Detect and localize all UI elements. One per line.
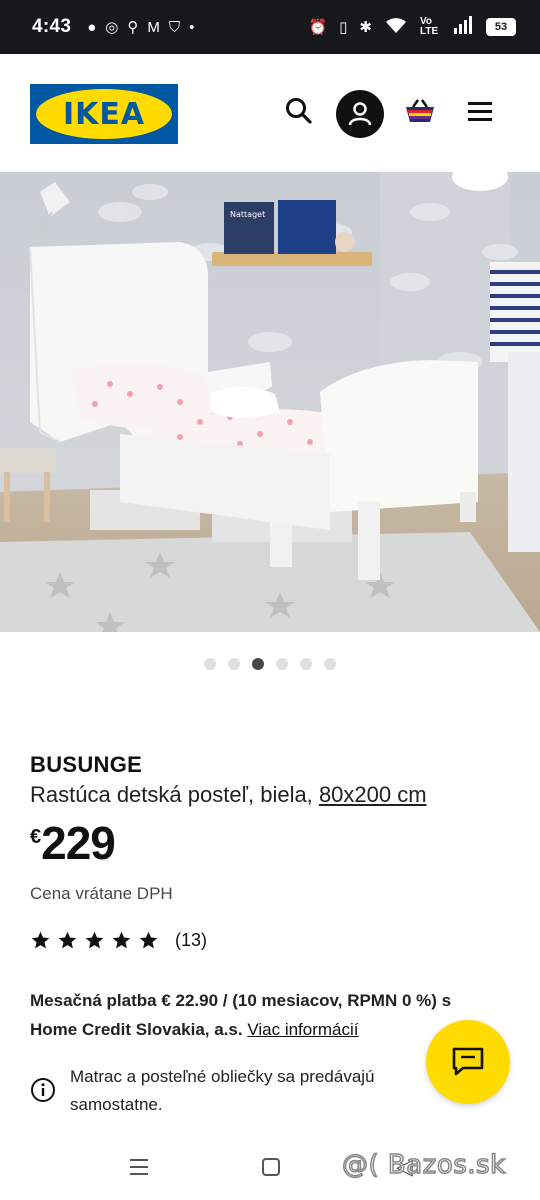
chat-button[interactable] <box>426 1020 510 1104</box>
vibrate-icon: ▯ <box>339 19 348 36</box>
more-notifications-icon: • <box>189 18 195 36</box>
monthly-payment: Mesačná platba € 22.90 / (10 mesiacov, R… <box>30 991 452 1039</box>
shopping-bag-icon <box>406 99 434 122</box>
volte-label: Vo LTE <box>420 16 439 37</box>
site-header: IKEA <box>0 54 540 172</box>
carousel-dot[interactable] <box>228 658 240 670</box>
hamburger-icon <box>468 102 492 121</box>
image-carousel-dots <box>0 658 540 670</box>
watermark: @( Bazos.sk <box>341 1149 506 1181</box>
alarm-icon: ⏰ <box>308 19 328 36</box>
carousel-dot[interactable] <box>324 658 336 670</box>
bluetooth-icon: ✱ <box>359 19 372 36</box>
star-icon <box>139 931 158 949</box>
menu-button[interactable] <box>466 100 494 127</box>
size-link[interactable]: 80x200 cm <box>319 782 427 807</box>
star-icon <box>58 931 77 949</box>
status-bar: 4:43 ● ◎ ⚲ M ⛉ • ⏰ ▯ ✱ Vo LTE 53 <box>0 0 540 54</box>
gmail-icon: M <box>147 18 160 36</box>
vat-note: Cena vrátane DPH <box>30 884 173 903</box>
chat-icon <box>452 1047 484 1076</box>
chat-notification-icon: ● <box>87 18 97 36</box>
product-description: Rastúca detská posteľ, biela, 80x200 cm <box>30 782 427 807</box>
signal-icon <box>454 16 474 38</box>
search-button[interactable] <box>284 96 314 131</box>
user-icon <box>348 102 372 126</box>
ikea-logo[interactable]: IKEA <box>30 84 178 144</box>
review-count[interactable]: (13) <box>175 930 207 951</box>
home-icon[interactable] <box>262 1158 280 1176</box>
price-currency: € <box>30 826 42 848</box>
battery-icon: 53 <box>486 18 516 36</box>
star-icon <box>85 931 104 949</box>
viber-icon: ◎ <box>105 19 119 36</box>
star-icon <box>31 931 50 949</box>
star-icon <box>112 931 131 949</box>
product-price: € 229 <box>30 817 116 869</box>
rating[interactable]: (13) <box>30 930 207 951</box>
carousel-dot[interactable] <box>204 658 216 670</box>
notice-text: Matrac a posteľné obliečky sa predávajú … <box>70 1067 375 1114</box>
carousel-dot[interactable] <box>300 658 312 670</box>
info-icon <box>31 1078 55 1102</box>
location-icon: ⚲ <box>127 19 139 36</box>
recent-apps-icon[interactable] <box>128 1156 150 1178</box>
cart-button[interactable] <box>404 98 436 129</box>
logo-text: IKEA <box>62 96 146 132</box>
sold-separately-notice: Matrac a posteľné obliečky sa predávajú … <box>30 1063 410 1119</box>
shield-icon: ⛉ <box>168 18 181 36</box>
price-value: 229 <box>41 817 116 869</box>
carousel-dot-active[interactable] <box>252 658 264 670</box>
product-image[interactable]: Nattaget <box>0 172 540 632</box>
status-time: 4:43 <box>32 16 72 37</box>
wifi-icon <box>384 16 408 38</box>
book-title: Nattaget <box>230 210 265 219</box>
more-info-link[interactable]: Viac informácií <box>247 1020 358 1039</box>
search-icon <box>286 98 312 124</box>
account-button[interactable] <box>336 90 384 138</box>
product-name: BUSUNGE <box>30 752 143 777</box>
carousel-dot[interactable] <box>276 658 288 670</box>
